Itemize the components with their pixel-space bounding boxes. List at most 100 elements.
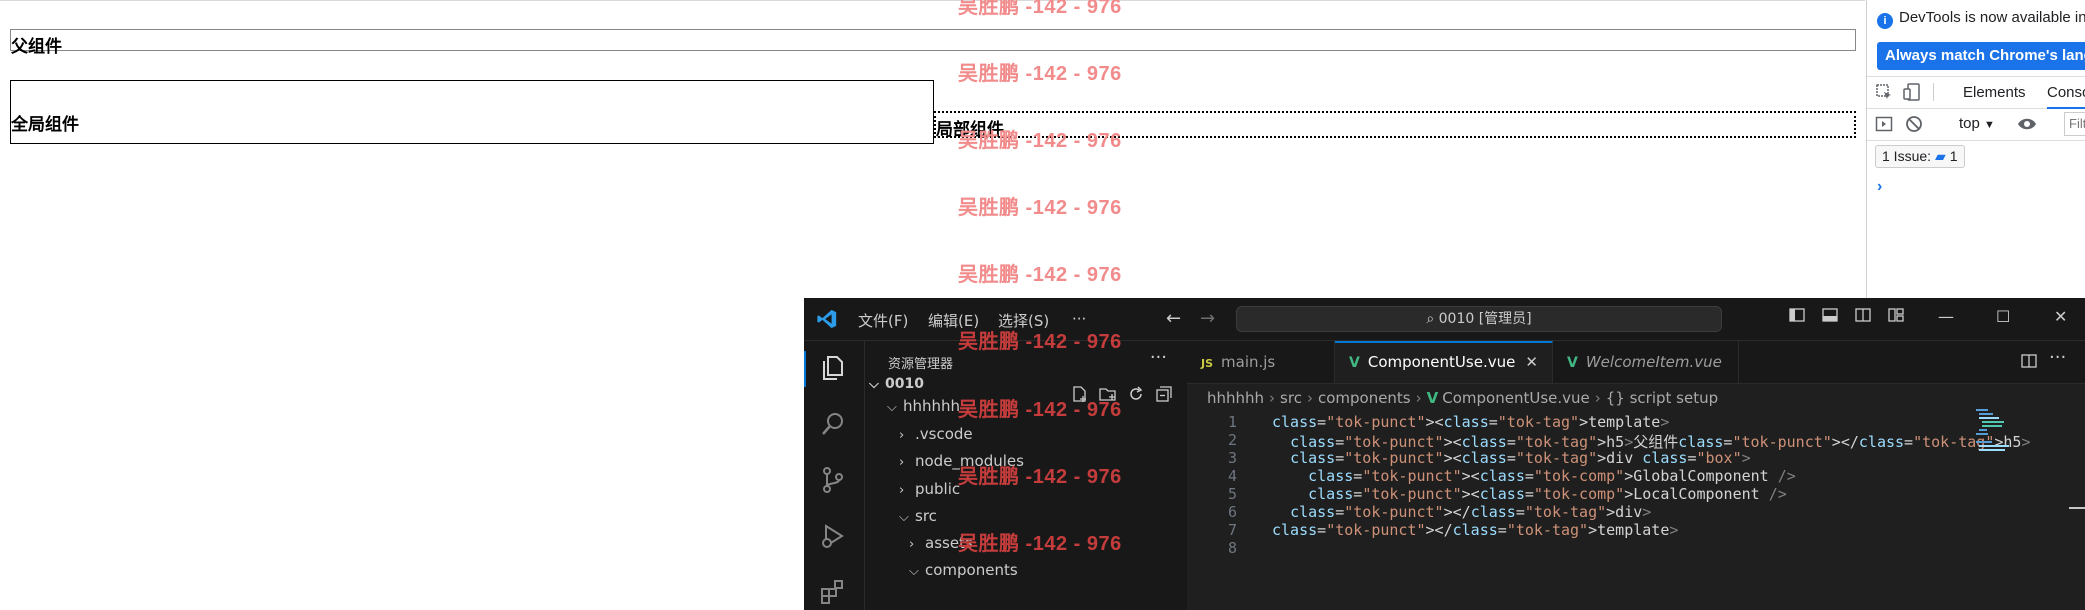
chevron-right-icon: › <box>899 455 905 470</box>
global-title: 全局组件 <box>11 115 79 134</box>
code-text[interactable]: class="tok-punct"><class="tok-comp">Glob… <box>1272 467 1796 485</box>
tab-label: main.js <box>1221 353 1276 371</box>
search-icon[interactable] <box>818 409 848 439</box>
breadcrumb-item[interactable]: ComponentUse.vue <box>1442 389 1590 407</box>
parent-title: 父组件 <box>11 37 62 56</box>
line-number: 3 <box>1227 449 1237 467</box>
refresh-icon[interactable] <box>1127 385 1145 407</box>
match-language-button[interactable]: Always match Chrome's language <box>1877 42 2085 70</box>
collapse-all-icon[interactable] <box>1155 385 1173 407</box>
customize-layout-icon[interactable] <box>1888 307 1904 327</box>
toggle-secondary-sidebar-icon[interactable] <box>1855 307 1871 327</box>
scrollbar-thumb[interactable] <box>2069 507 2085 509</box>
chevron-down-icon: ⌵ <box>899 510 909 525</box>
breadcrumb-item[interactable]: src <box>1280 389 1302 407</box>
tab-main-js[interactable]: JS main.js <box>1187 341 1335 383</box>
menu-file[interactable]: 文件(F) <box>858 310 908 331</box>
vscode-logo-icon <box>817 309 837 329</box>
more-actions-icon[interactable]: ··· <box>1150 347 1167 368</box>
console-filter-input[interactable]: Filter <box>2064 112 2085 136</box>
parent-component-box: 父组件 <box>10 29 1856 56</box>
breadcrumb-separator-icon: › <box>1415 389 1422 407</box>
minimize-icon[interactable]: — <box>1938 307 1954 326</box>
local-component-box: 局部组件 <box>934 111 1856 139</box>
close-icon[interactable]: ✕ <box>2054 307 2067 326</box>
vue-file-icon: V <box>1426 389 1439 407</box>
vscode-window: 文件(F) 编辑(E) 选择(S) ··· ← → ⌕ 0010 [管理员] —… <box>804 298 2085 610</box>
run-debug-icon[interactable] <box>818 521 848 551</box>
chevron-right-icon: › <box>899 483 905 498</box>
toggle-panel-icon[interactable] <box>1822 307 1838 327</box>
tree-folder-vscode[interactable]: › .vscode <box>899 425 973 443</box>
new-file-icon[interactable] <box>1071 385 1089 407</box>
menu-selection[interactable]: 选择(S) <box>998 310 1049 331</box>
tree-folder-assets[interactable]: › assets <box>909 534 973 552</box>
code-text[interactable]: class="tok-punct"></class="tok-tag">temp… <box>1272 521 1678 539</box>
search-icon: ⌕ <box>1426 311 1435 327</box>
source-control-icon[interactable] <box>818 465 848 495</box>
dropdown-arrow-icon: ▼ <box>1984 119 1995 131</box>
menu-more[interactable]: ··· <box>1072 310 1086 328</box>
watermark-text: 吴胜鹏 -142 - 976 <box>958 63 1122 85</box>
javascript-file-icon: JS <box>1201 357 1214 370</box>
tab-console[interactable]: Console <box>2047 84 2085 109</box>
breadcrumb-separator-icon: › <box>1594 389 1601 407</box>
devtools-notice: i DevTools is now available in <box>1877 9 2085 29</box>
tab-welcomeitem-vue[interactable]: V WelcomeItem.vue <box>1553 341 1739 383</box>
breadcrumb: hhhhhh › src › components › V ComponentUse.vue ›… <box>1207 389 1718 407</box>
extensions-icon[interactable] <box>818 577 848 607</box>
tree-item-label: node_modules <box>915 452 1024 470</box>
code-text[interactable]: class="tok-punct"><class="tok-comp">Loca… <box>1272 485 1787 503</box>
watermark-text: 吴胜鹏 -142 - 976 <box>958 264 1122 286</box>
breadcrumb-item[interactable]: hhhhhh <box>1207 389 1264 407</box>
tree-folder-src[interactable]: ⌵ src <box>899 507 937 525</box>
issues-indicator[interactable]: 1 Issue: ▰ 1 <box>1875 145 1965 168</box>
command-center-search[interactable]: ⌕ 0010 [管理员] <box>1236 306 1722 332</box>
line-number: 8 <box>1227 539 1237 557</box>
tree-folder-components[interactable]: ⌵ components <box>909 561 1018 579</box>
breadcrumb-separator-icon: › <box>1306 389 1313 407</box>
tree-root-folder[interactable]: ⌵ 0010 <box>869 376 924 392</box>
tab-elements[interactable]: Elements <box>1963 84 2026 101</box>
code-text[interactable]: class="tok-punct"><class="tok-tag">templ… <box>1272 413 1669 431</box>
tab-label: WelcomeItem.vue <box>1585 353 1722 371</box>
console-toolbar: top ▼ Filter <box>1867 108 2085 141</box>
tree-folder-hhhhhh[interactable]: ⌵ hhhhhh <box>887 397 960 415</box>
forward-arrow-icon[interactable]: → <box>1200 308 1215 329</box>
live-expression-eye-icon[interactable] <box>2017 115 2037 138</box>
explorer-icon[interactable] <box>818 353 848 383</box>
minimap[interactable] <box>1976 409 2026 489</box>
toggle-primary-sidebar-icon[interactable] <box>1789 307 1805 327</box>
issue-message-icon: ▰ <box>1935 148 1946 164</box>
tree-item-label: hhhhhh <box>903 397 961 415</box>
device-toggle-icon[interactable] <box>1903 83 1921 106</box>
split-editor-icon[interactable] <box>2021 353 2037 373</box>
clear-console-icon[interactable] <box>1905 115 1923 138</box>
context-select[interactable]: top ▼ <box>1959 115 1995 132</box>
breadcrumb-item[interactable]: {} script setup <box>1606 389 1718 407</box>
sidebar-toggle-icon[interactable] <box>1875 115 1893 138</box>
tree-folder-public[interactable]: › public <box>899 480 960 498</box>
activity-bar <box>804 341 865 610</box>
code-text[interactable]: class="tok-punct"><class="tok-tag">div c… <box>1272 449 1751 467</box>
chevron-down-icon: ⌵ <box>909 564 919 579</box>
more-actions-icon[interactable]: ··· <box>2049 347 2066 368</box>
explorer-sidebar: 资源管理器 ··· ⌵ 0010 ⌵ hhhhhh › .vscode › node_m… <box>865 341 1188 610</box>
info-icon: i <box>1877 13 1893 29</box>
devtools-tabbar: Elements Console <box>1867 76 2085 109</box>
close-tab-icon[interactable]: ✕ <box>1525 353 1538 371</box>
tree-item-label: .vscode <box>915 425 973 443</box>
tab-componentuse-vue[interactable]: V ComponentUse.vue ✕ <box>1335 341 1553 383</box>
line-number: 4 <box>1227 467 1237 485</box>
back-arrow-icon[interactable]: ← <box>1166 308 1181 329</box>
menu-edit[interactable]: 编辑(E) <box>928 310 979 331</box>
explorer-title: 资源管理器 <box>888 357 954 372</box>
tree-folder-node-modules[interactable]: › node_modules <box>899 452 1024 470</box>
maximize-icon[interactable]: ☐ <box>1996 307 2010 326</box>
breadcrumb-item[interactable]: components <box>1318 389 1411 407</box>
new-folder-icon[interactable] <box>1099 385 1117 407</box>
line-number: 2 <box>1227 431 1237 449</box>
console-prompt-icon[interactable]: › <box>1877 178 1882 196</box>
inspect-element-icon[interactable] <box>1875 83 1893 106</box>
code-text[interactable]: class="tok-punct"></class="tok-tag">div> <box>1272 503 1651 521</box>
